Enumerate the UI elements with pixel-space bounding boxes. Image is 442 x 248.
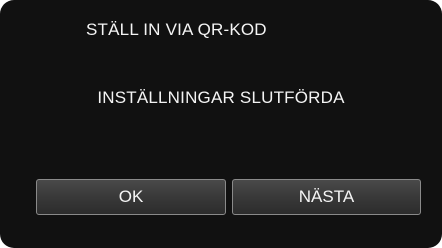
next-button[interactable]: NÄSTA <box>232 179 421 215</box>
status-message: INSTÄLLNINGAR SLUTFÖRDA <box>97 88 345 107</box>
screen-title: STÄLL IN VIA QR-KOD <box>86 20 267 39</box>
camera-lcd-screen: STÄLL IN VIA QR-KOD INSTÄLLNINGAR SLUTFÖ… <box>0 0 442 248</box>
ok-button[interactable]: OK <box>36 179 226 215</box>
